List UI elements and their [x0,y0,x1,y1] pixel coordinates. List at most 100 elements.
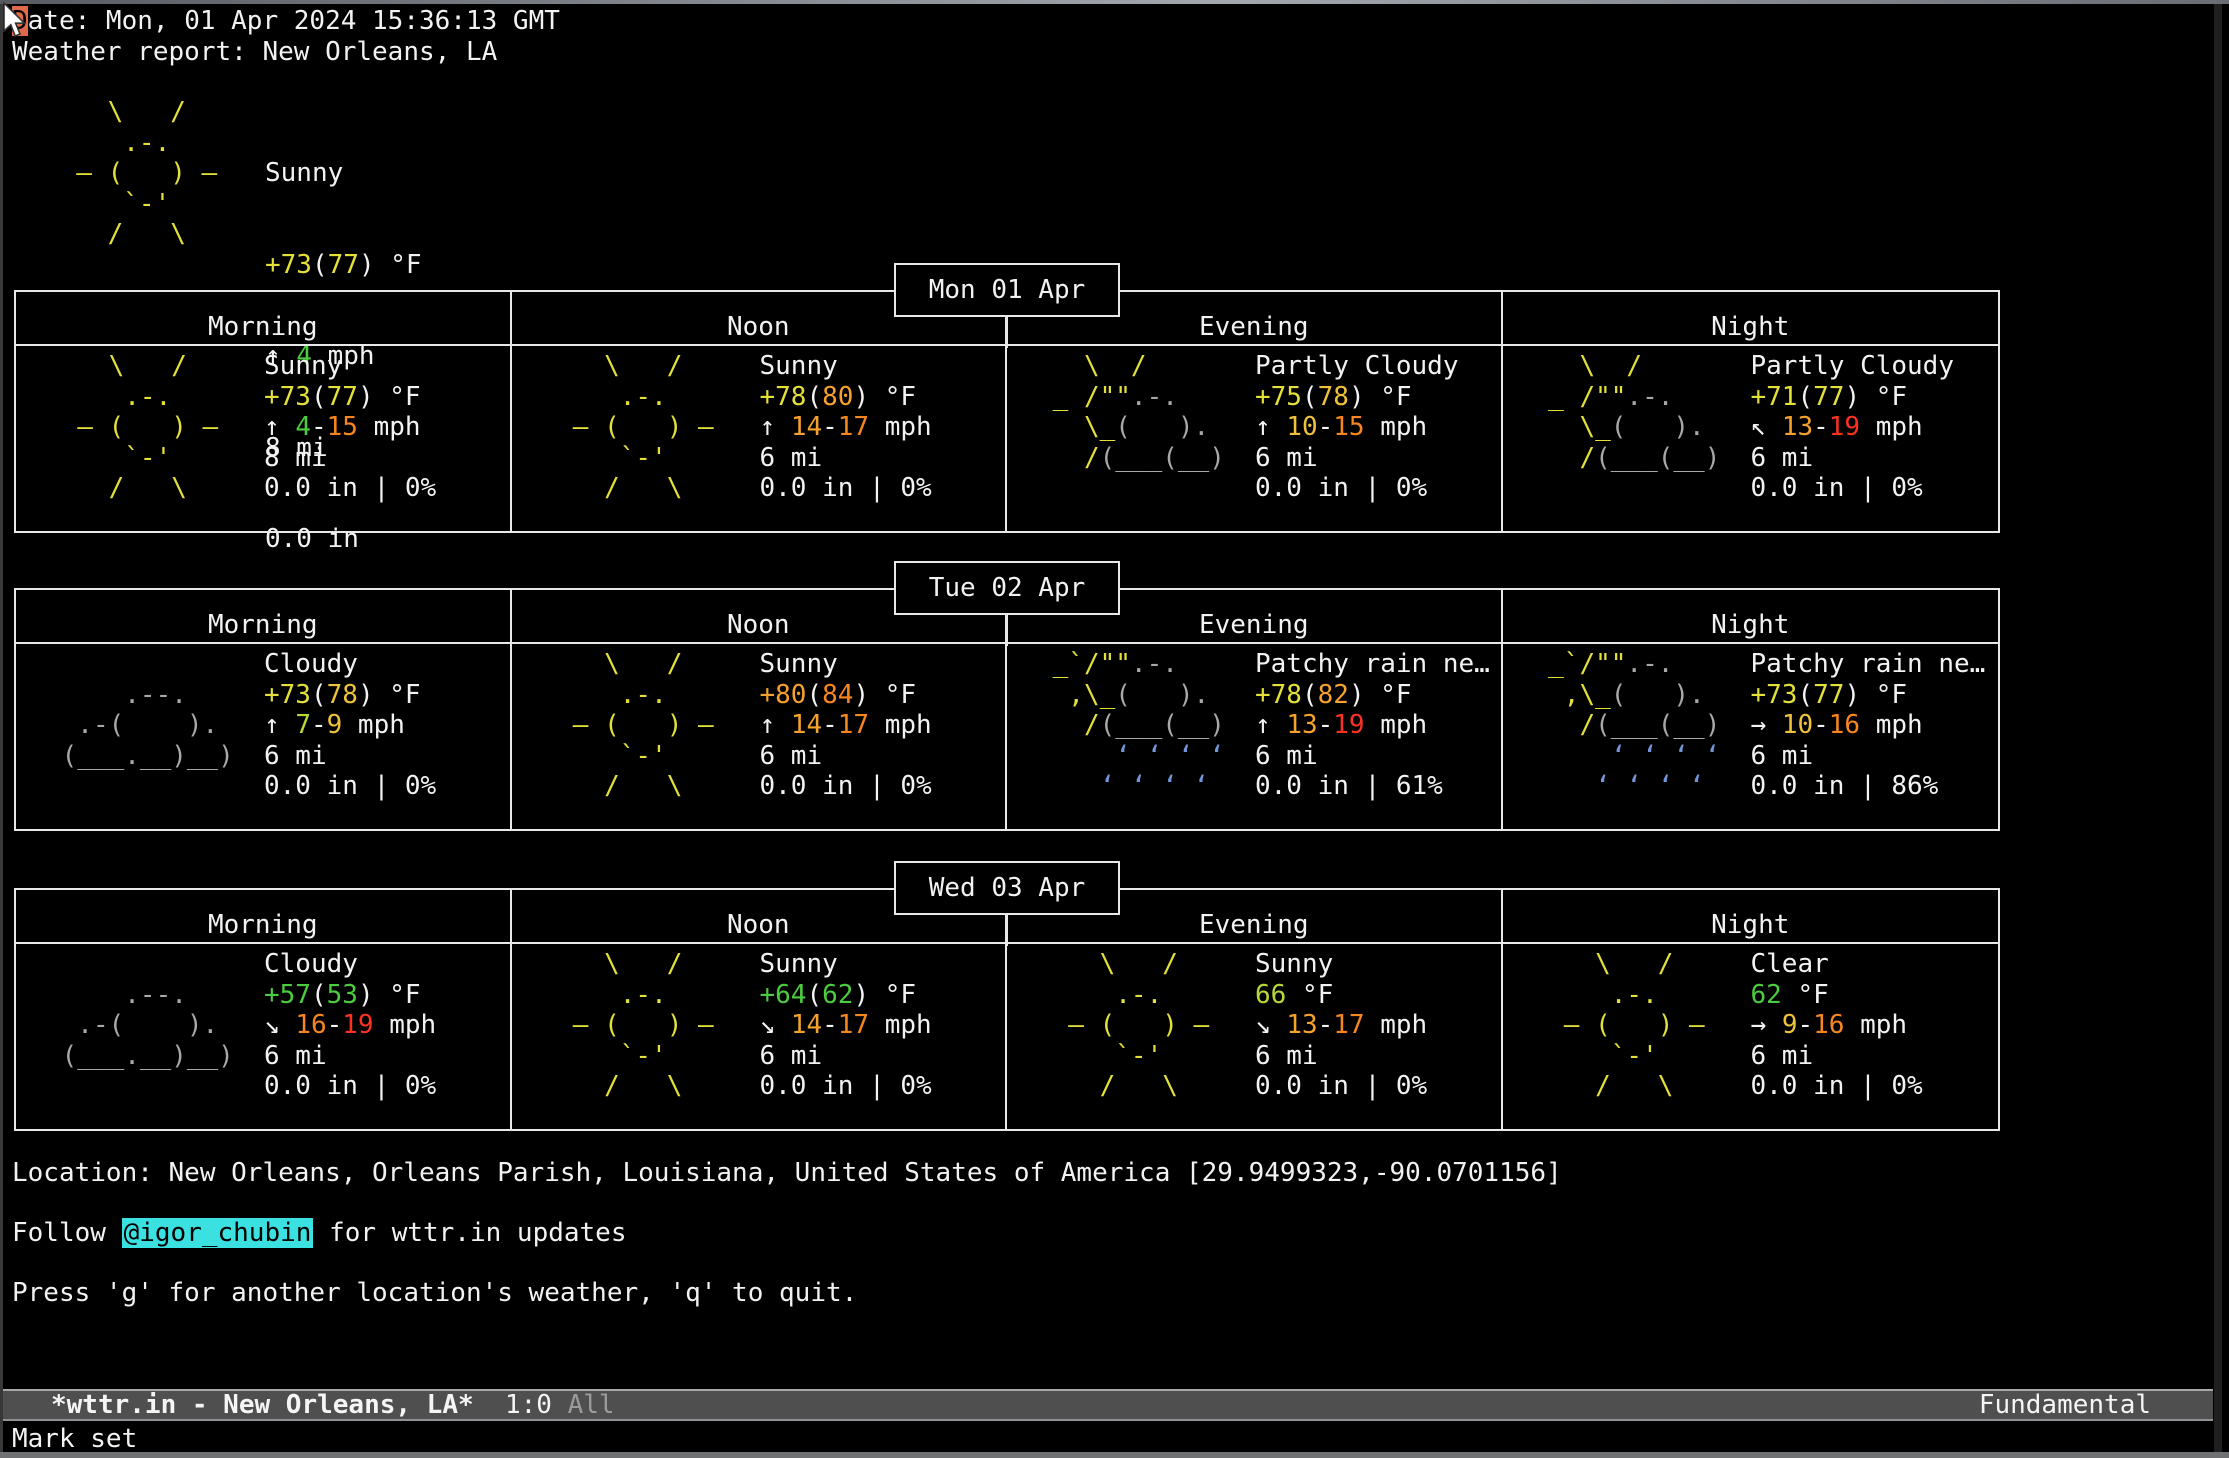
wind: → 10-16 mph [1751,710,1986,741]
mouse-cursor-icon [2,2,30,38]
text-segment: ↑ [264,710,295,740]
text-segment: ― ( ) ― [542,412,714,442]
text-segment: ― ( ) ― [1533,1010,1705,1040]
emacs-modeline[interactable]: *wttr.in - New Orleans, LA* 1:0 AllFunda… [3,1389,2213,1421]
art-line: `-' [45,189,217,220]
text-segment: 10 [1286,412,1317,442]
text-segment: ) °F [1349,382,1412,412]
period-header-morning: Morning [16,890,512,944]
text-segment: / \ [542,1071,683,1101]
condition-label: Sunny [264,351,436,382]
weather-report-title: Weather report: New Orleans, LA [12,37,497,68]
modeline-gap2 [552,1390,568,1420]
text-segment: ( ). [1611,412,1705,442]
text-segment: ) °F [853,980,916,1010]
art-line: .-. [542,382,714,413]
precipitation: 0.0 in | 0% [1751,473,1955,504]
text-segment: ) °F [1844,680,1907,710]
date-text: ate: Mon, 01 Apr 2024 15:36:13 GMT [28,6,560,36]
modeline-position: 1:0 [505,1390,552,1420]
art-line: ― ( ) ― [45,158,217,189]
art-line: .--. [46,680,234,711]
text-segment: (___(__) [1100,710,1225,740]
text-segment: ↑ [760,710,791,740]
art-line: / \ [1533,1071,1705,1102]
text-segment: 17 [838,710,869,740]
visibility: 6 mi [760,741,932,772]
text-segment: .-. [542,680,667,710]
art-line: .-. [542,980,714,1011]
visibility: 6 mi [264,741,436,772]
text-segment: ( [1302,382,1318,412]
echo-area-message: Mark set [12,1424,137,1455]
visibility: 6 mi [1751,1041,1923,1072]
date-line: Date: Mon, 01 Apr 2024 15:36:13 GMT [12,6,560,37]
sunny-ascii-icon: \ / .-. ― ( ) ― `-' / \ [1037,949,1209,1102]
art-line: /(___(__) [1533,710,1721,741]
text-segment: 14 [791,710,822,740]
forecast-cell-night: \ / .-. ― ( ) ― `-' / \Clear62 °F→ 9-16 … [1503,944,1999,1129]
visibility: 8 mi [264,443,436,474]
text-segment: 16 [1813,1010,1844,1040]
forecast-cell-night: \ / _ /"".-. \_( ). /(___(__)Partly Clou… [1503,346,1999,531]
text-segment: 15 [1333,412,1364,442]
text-segment: ( [806,680,822,710]
art-line: \ / [1533,949,1705,980]
sunny-ascii-icon: \ / .-. ― ( ) ― `-' / \ [542,949,714,1102]
wind: → 9-16 mph [1751,1010,1923,1041]
forecast-cell-morning: .--. .-( ). (___.__)__) Cloudy+73(78) °F↑… [16,644,512,829]
text-segment: .-. [542,382,667,412]
art-line: \ / [1533,351,1721,382]
forecast-details: Sunny66 °F↘ 13-17 mph6 mi0.0 in | 0% [1255,949,1427,1102]
art-line: \ / [542,351,714,382]
art-line: /(___(__) [1533,443,1721,474]
text-segment: 19 [1829,412,1860,442]
art-line: / \ [45,219,217,250]
art-line: ― ( ) ― [542,1010,714,1041]
text-segment: \ / [542,649,683,679]
follow-line: Follow @igor_chubin for wttr.in updates [12,1218,627,1249]
text-segment: 13 [1782,412,1813,442]
text-segment: - [327,1010,343,1040]
text-segment: mph [1365,710,1428,740]
text-segment: - [1797,1010,1813,1040]
window-left-fringe [0,4,3,1452]
text-segment: (___(__) [1595,443,1720,473]
art-line: \ / [46,351,218,382]
text-segment: 10 [1782,710,1813,740]
condition-label: Sunny [1255,949,1427,980]
forecast-details: Sunny+64(62) °F↘ 14-17 mph6 mi0.0 in | 0… [760,949,932,1102]
day-section-3: Wed 03 AprMorningNoonEveningNight .--. .… [14,861,2000,1133]
text-segment: \ / [1037,351,1147,381]
sunny-ascii-icon: \ / .-. ― ( ) ― `-' / \ [542,351,714,504]
art-line: `-' [542,741,714,772]
precipitation: 0.0 in | 0% [1255,1071,1427,1102]
text-segment: \_ [1037,412,1115,442]
forecast-details: Cloudy+73(78) °F↑ 7-9 mph6 mi0.0 in | 0% [264,649,436,802]
text-segment: °F [1782,980,1829,1010]
art-line: .-. [1037,980,1209,1011]
text-segment: / \ [45,219,186,249]
wind: ↑ 7-9 mph [264,710,436,741]
art-line: ,\_( ). [1037,680,1225,711]
text-segment: 66 [1255,980,1286,1010]
condition-label: Sunny [760,649,932,680]
text-segment: / [1533,710,1596,740]
text-segment: mph [1860,710,1923,740]
text-segment: ↘ [1255,1010,1286,1040]
patchy-rain-ascii-icon: _`/"".-. ,\_( ). /(___(__) ‘ ‘ ‘ ‘ ‘ ‘ ‘… [1533,649,1721,802]
scrollbar[interactable] [2214,4,2222,1452]
text-segment: / \ [1037,1071,1178,1101]
visibility: 6 mi [760,1041,932,1072]
temperature: +57(53) °F [264,980,436,1011]
text-segment: ( [311,382,327,412]
cloudy-ascii-icon: .--. .-( ). (___.__)__) [46,680,234,772]
text-segment: ( ). [1611,680,1705,710]
art-line: _`/"".-. [1037,649,1225,680]
follow-suffix: for wttr.in updates [313,1218,626,1248]
partly-cloudy-ascii-icon: \ / _ /"".-. \_( ). /(___(__) [1037,351,1225,473]
art-line: /(___(__) [1037,443,1225,474]
text-segment: mph [1365,412,1428,442]
day-title-box-stem [1006,615,1008,646]
art-line: ‘ ‘ ‘ ‘ [1533,771,1721,802]
